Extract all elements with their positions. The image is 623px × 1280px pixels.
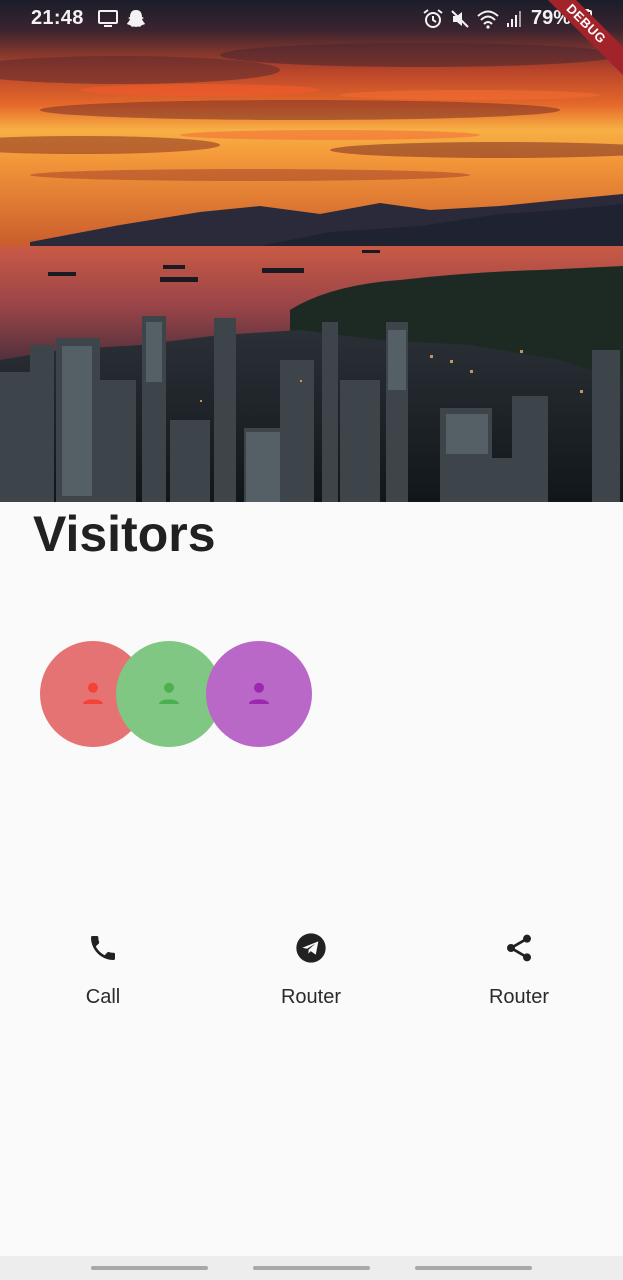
router-action-label: Router: [280, 986, 342, 1008]
call-action-button[interactable]: Call: [33, 928, 173, 1009]
share-action-button[interactable]: Router: [449, 928, 589, 1009]
visitor-avatar[interactable]: [206, 641, 312, 747]
person-icon: [159, 682, 179, 704]
snapchat-ghost-icon: [126, 9, 146, 34]
nav-back-handle[interactable]: [91, 1266, 208, 1270]
mute-icon: [450, 9, 470, 34]
app-screen: 21:48 79% DEBUG Visitors Call Router Rou…: [0, 0, 623, 1280]
router-action-button[interactable]: Router: [241, 928, 381, 1009]
share-icon: [501, 928, 537, 968]
status-bar: 21:48 79%: [0, 0, 623, 38]
nav-home-handle[interactable]: [253, 1266, 370, 1270]
page-title: Visitors: [33, 506, 216, 562]
monitor-icon: [98, 10, 118, 33]
person-icon: [83, 682, 103, 704]
signal-icon: [506, 9, 524, 34]
share-action-label: Router: [488, 986, 550, 1008]
person-icon: [249, 682, 269, 704]
alarm-icon: [422, 9, 444, 34]
navigation-bar: [0, 1256, 623, 1280]
nav-recents-handle[interactable]: [415, 1266, 532, 1270]
status-time: 21:48: [31, 7, 84, 29]
wifi-icon: [476, 9, 500, 34]
telegram-icon: [293, 928, 329, 968]
hero-image: [0, 0, 623, 502]
call-action-label: Call: [85, 986, 121, 1008]
sunset-city-photo: [0, 0, 623, 502]
phone-icon: [85, 928, 121, 968]
